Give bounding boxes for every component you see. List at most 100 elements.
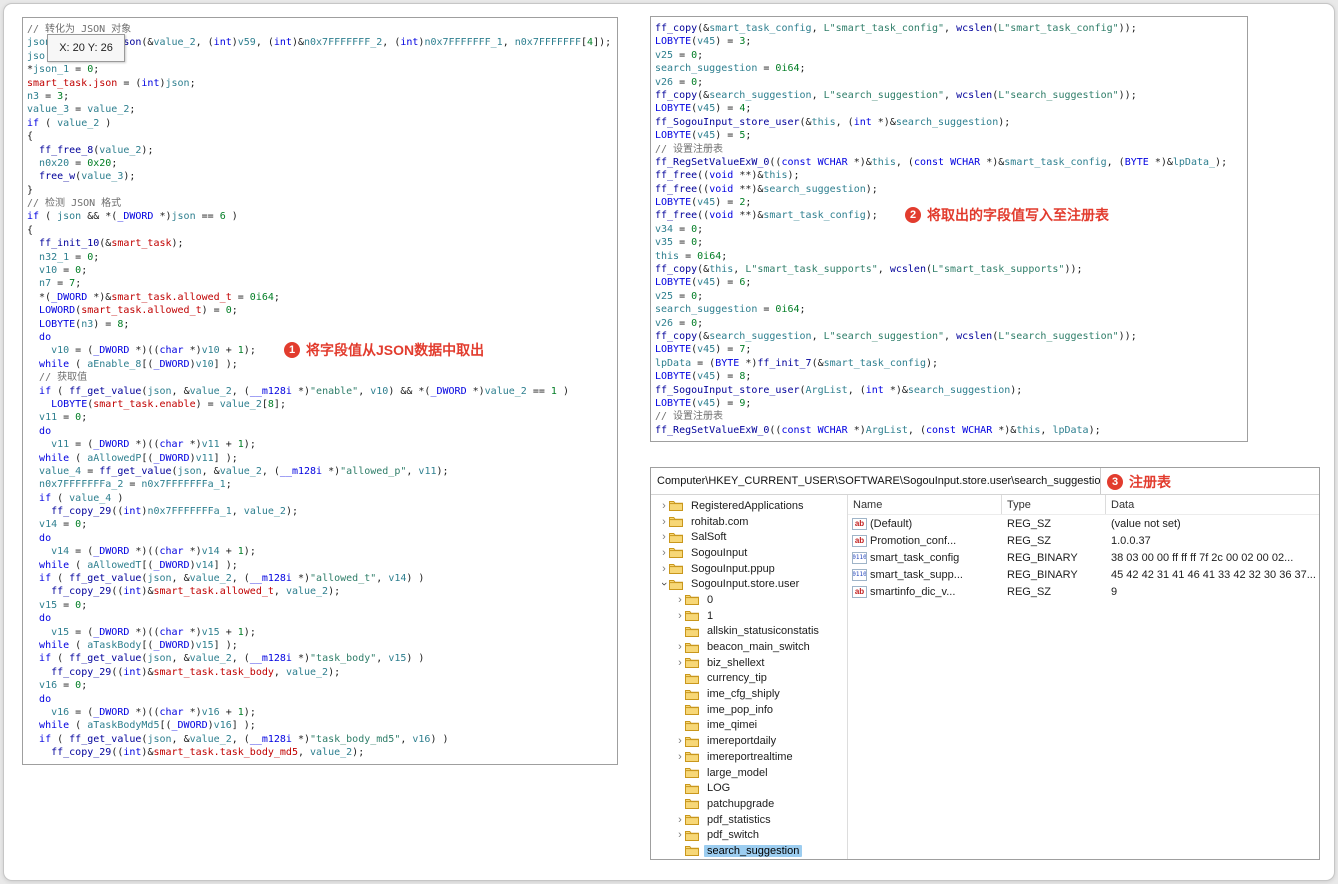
registry-value-row[interactable]: ab (Default) REG_SZ (value not set) — [848, 515, 1319, 532]
tree-item-label: SogouInput.ppup — [691, 562, 775, 575]
code-line: ff_copy(&smart_task_config, L"smart_task… — [655, 23, 1137, 34]
annotation-1-badge: 1 — [284, 342, 300, 358]
chevron-collapsed-icon[interactable]: › — [675, 751, 685, 763]
code-line: v16 = (_DWORD *)((char *)v16 + 1); — [51, 706, 256, 718]
registry-value-row[interactable]: ab smartinfo_dic_v... REG_SZ 9 — [848, 583, 1319, 600]
code-line: ff_free((void **)&this); — [655, 170, 800, 182]
tree-item-SogouInput[interactable]: › SogouInput — [651, 545, 847, 561]
code-line: if ( value_4 ) — [39, 492, 124, 504]
chevron-collapsed-icon[interactable]: › — [659, 547, 669, 559]
tree-item-ime_cfg_shiply[interactable]: ›ime_cfg_shiply — [651, 686, 847, 702]
tree-item-rohitab.com[interactable]: › rohitab.com — [651, 514, 847, 530]
tree-item-ime_pop_info[interactable]: ›ime_pop_info — [651, 702, 847, 718]
value-data: 38 03 00 00 ff ff ff 7f 2c 00 02 00 02..… — [1111, 551, 1294, 564]
tree-item-label: large_model — [707, 766, 768, 779]
code-line: v25 = 0; — [655, 290, 704, 302]
annotation-write-to-registry: 2 将取出的字段值写入至注册表 — [905, 205, 1109, 225]
chevron-expanded-icon[interactable]: › — [658, 579, 670, 589]
code-line: while ( aTaskBody[(_DWORD)v15] ); — [39, 639, 238, 651]
tree-item-RegisteredApplications[interactable]: › RegisteredApplications — [651, 498, 847, 514]
tree-item-SogouInput.store.user[interactable]: › SogouInput.store.user — [651, 576, 847, 592]
chevron-collapsed-icon[interactable]: › — [675, 594, 685, 606]
folder-icon — [685, 798, 701, 810]
tree-item-SalSoft[interactable]: › SalSoft — [651, 529, 847, 545]
chevron-collapsed-icon[interactable]: › — [675, 829, 685, 841]
registry-value-row[interactable]: ab Promotion_conf... REG_SZ 1.0.0.37 — [848, 532, 1319, 549]
annotation-extract-from-json: 1 将字段值从JSON数据中取出 — [284, 340, 484, 360]
folder-icon — [685, 845, 701, 857]
code-line: *(_DWORD *)&smart_task.allowed_t = 0i64; — [27, 291, 280, 303]
tree-item-label: rohitab.com — [691, 515, 749, 528]
folder-icon — [669, 532, 685, 543]
code-line: } — [27, 184, 34, 196]
value-data: (value not set) — [1111, 517, 1181, 530]
chevron-collapsed-icon[interactable]: › — [675, 657, 685, 669]
tree-item-label: imereportdaily — [707, 735, 777, 748]
tree-item-pdf_switch[interactable]: › pdf_switch — [651, 827, 847, 843]
code-line: free_w(value_3); — [39, 171, 136, 183]
tree-item-biz_shellext[interactable]: › biz_shellext — [651, 655, 847, 671]
annotation-1-text: 将字段值从JSON数据中取出 — [306, 342, 485, 358]
code-line: lpData = (BYTE *)ff_init_7(&smart_task_c… — [655, 357, 939, 369]
registry-value-row[interactable]: 0110 smart_task_config REG_BINARY 38 03 00 … — [848, 549, 1319, 566]
chevron-collapsed-icon[interactable]: › — [675, 814, 685, 826]
tree-item-large_model[interactable]: ›large_model — [651, 765, 847, 781]
code-line: value_3 = value_2; — [27, 104, 136, 116]
tree-item-label: pdf_switch — [707, 829, 759, 842]
code-line: v10 = 0; — [39, 265, 88, 277]
code-line: ff_free((void **)&search_suggestion); — [655, 183, 878, 195]
tree-item-SogouInput.ppup[interactable]: › SogouInput.ppup — [651, 561, 847, 577]
tree-item-patchupgrade[interactable]: ›patchupgrade — [651, 796, 847, 812]
chevron-collapsed-icon[interactable]: › — [659, 516, 669, 528]
chevron-collapsed-icon[interactable]: › — [659, 500, 669, 512]
chevron-collapsed-icon[interactable]: › — [675, 610, 685, 622]
decompiler-panel-registry-write: ff_copy(&smart_task_config, L"smart_task… — [650, 16, 1248, 442]
tree-item-label: currency_tip — [707, 672, 767, 685]
folder-icon — [685, 736, 701, 747]
code-line: if ( ff_get_value(json, &value_2, (__m12… — [39, 385, 569, 397]
folder-icon — [685, 814, 701, 826]
tree-item-1[interactable]: › 1 — [651, 608, 847, 624]
reg-string-icon: ab — [852, 585, 867, 598]
reg-binary-icon: 0110 — [852, 568, 867, 581]
tree-item-imereportdaily[interactable]: › imereportdaily — [651, 733, 847, 749]
tree-item-ime_qimei[interactable]: ›ime_qimei — [651, 718, 847, 734]
tree-item-0[interactable]: › 0 — [651, 592, 847, 608]
annotation-2-text: 将取出的字段值写入至注册表 — [927, 207, 1109, 223]
code-line: LOWORD(smart_task.allowed_t) = 0; — [39, 305, 238, 317]
registry-address-bar[interactable]: Computer\HKEY_CURRENT_USER\SOFTWARE\Sogo… — [651, 468, 1101, 494]
chevron-collapsed-icon[interactable]: › — [675, 735, 685, 747]
column-header-type[interactable]: Type — [1002, 495, 1106, 514]
folder-icon — [685, 830, 701, 841]
registry-value-row[interactable]: 0110 smart_task_supp... REG_BINARY 45 42 42… — [848, 566, 1319, 583]
folder-icon — [669, 579, 685, 590]
code-line: { — [27, 131, 34, 143]
chevron-collapsed-icon[interactable]: › — [659, 563, 669, 575]
registry-address-text: Computer\HKEY_CURRENT_USER\SOFTWARE\Sogo… — [657, 475, 1101, 487]
tree-item-pdf_statistics[interactable]: › pdf_statistics — [651, 812, 847, 828]
reg-string-icon: ab — [852, 517, 867, 530]
tree-item-imereportrealtime[interactable]: › imereportrealtime — [651, 749, 847, 765]
column-header-name[interactable]: Name — [848, 495, 1002, 514]
tree-item-currency_tip[interactable]: ›currency_tip — [651, 671, 847, 687]
code-line: v35 = 0; — [655, 237, 704, 249]
code-line: LOBYTE(smart_task.enable) = value_2[8]; — [51, 398, 286, 410]
folder-icon — [685, 704, 701, 716]
tree-item-search_suggestion[interactable]: ›search_suggestion — [651, 843, 847, 859]
code-line: if ( json && *(_DWORD *)json == 6 ) — [27, 211, 238, 223]
tree-item-label: allskin_statusiconstatis — [707, 625, 819, 638]
tree-item-allskin_statusiconstatis[interactable]: ›allskin_statusiconstatis — [651, 624, 847, 640]
value-data: 1.0.0.37 — [1111, 534, 1151, 547]
code-line: { — [27, 224, 34, 236]
chevron-collapsed-icon[interactable]: › — [675, 641, 685, 653]
column-header-data[interactable]: Data — [1106, 495, 1319, 514]
tree-item-label: LOG — [707, 782, 731, 795]
tree-item-beacon_main_switch[interactable]: › beacon_main_switch — [651, 639, 847, 655]
tree-item-label: patchupgrade — [707, 797, 775, 810]
folder-icon — [685, 594, 701, 606]
chevron-collapsed-icon[interactable]: › — [659, 531, 669, 543]
code-line: v16 = 0; — [39, 680, 88, 692]
registry-editor-panel: Computer\HKEY_CURRENT_USER\SOFTWARE\Sogo… — [650, 467, 1320, 860]
tree-item-LOG[interactable]: ›LOG — [651, 780, 847, 796]
code-line: ff_SogouInput_store_user(&this, (int *)&… — [655, 116, 1011, 128]
